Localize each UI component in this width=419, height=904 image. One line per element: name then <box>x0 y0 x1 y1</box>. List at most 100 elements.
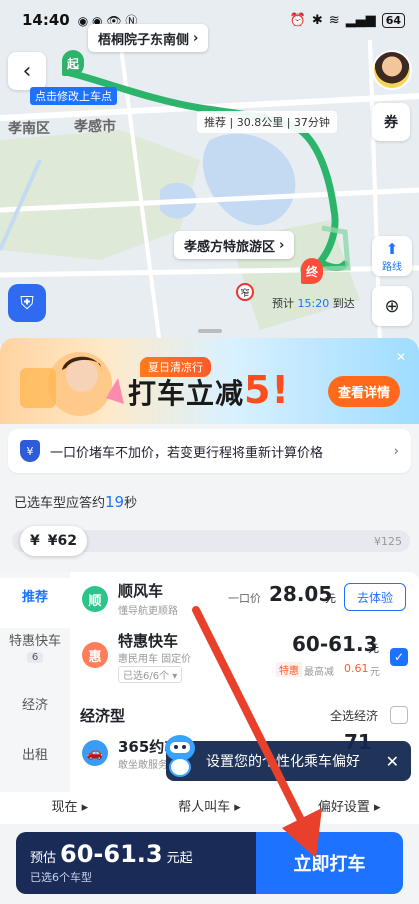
estimate-label: 预估 <box>30 851 57 866</box>
estimate-price: 预估 60-61.3 元起 <box>30 840 242 868</box>
reduce-unit: 元 <box>370 667 380 678</box>
map-canvas <box>0 0 419 345</box>
row-title: 特惠快车 <box>118 632 179 650</box>
picked-text: 已选6/6个 <box>123 671 170 682</box>
back-button[interactable]: ‹ <box>8 52 46 90</box>
estimate-unit: 元起 <box>166 851 193 866</box>
shield-icon: ⛨ <box>20 292 34 314</box>
promo-title-number: 5! <box>244 368 290 412</box>
yuan-shield-icon: ¥ <box>20 440 40 462</box>
crosshair-icon: ⊕ <box>384 295 400 317</box>
fixed-price-notice[interactable]: ¥ 一口价堵车不加价，若变更行程将重新计算价格 › <box>8 429 411 473</box>
car-icon: 🚗 <box>82 740 108 766</box>
destination-marker: 终 <box>301 258 323 284</box>
nav-label: 经济 <box>21 698 48 713</box>
slider-min-label: ¥ <box>30 533 40 549</box>
estimate-panel[interactable]: 预估 60-61.3 元起 已选6个车型 <box>16 832 256 894</box>
close-icon[interactable]: ✕ <box>396 350 406 364</box>
reduce-value: 0.61 <box>344 662 369 675</box>
wifi-icon: ≋ <box>328 12 340 28</box>
nav-count-badge: 6 <box>26 652 44 663</box>
pickup-location-chip[interactable]: 梧桐院子东南侧 › <box>88 24 209 52</box>
eta-time: 15:20 <box>297 297 330 310</box>
close-icon[interactable]: ✕ <box>386 752 399 771</box>
destination-chip[interactable]: 孝感方特旅游区 › <box>174 231 295 259</box>
promo-title: 打车立减5! <box>128 368 290 412</box>
price-unit: 元 <box>368 642 379 655</box>
preference-tooltip[interactable]: 设置您的个性化乘车偏好 ✕ <box>166 741 411 781</box>
narrow-road-marker: 窄 <box>236 283 254 301</box>
order-bar: 预估 60-61.3 元起 已选6个车型 立即打车 <box>16 832 403 894</box>
response-seconds: 19 <box>105 493 125 511</box>
car-row-tehui[interactable]: 惠 特惠快车 惠民用车 固定价 已选6/6个 ▾ 60-61.3 元 特惠 最高… <box>78 628 411 686</box>
select-all-economy-checkbox[interactable] <box>390 706 408 724</box>
locate-button[interactable]: ⊕ <box>372 286 412 326</box>
discount-tag: 特惠 <box>276 662 302 677</box>
select-all-economy-label: 全选经济 <box>330 709 379 723</box>
route-summary[interactable]: 推荐 | 30.8公里 | 37分钟 <box>197 111 337 133</box>
route-arrow-icon: ⬆ <box>385 239 399 258</box>
eta-prefix: 预计 <box>272 297 294 310</box>
nav-label: 出租 <box>21 748 48 763</box>
economy-section-title: 经济型 <box>80 707 126 725</box>
avatar[interactable] <box>372 50 412 90</box>
coupon-button[interactable]: 券 <box>372 103 410 141</box>
area-label: 孝感市 <box>74 119 116 135</box>
chevron-right-icon: › <box>393 443 399 459</box>
preference-settings-option[interactable]: 偏好设置 ▸ <box>279 792 419 824</box>
coupon-icon: 券 <box>384 115 398 131</box>
price-unit: 元 <box>325 592 336 605</box>
chevron-left-icon: ‹ <box>22 58 32 84</box>
eta-suffix: 到达 <box>332 297 355 310</box>
car-row-shunfeng[interactable]: 顺 顺风车 懂导航更顺路 一口价 28.05 元 去体验 <box>78 578 411 624</box>
pickup-marker: 起 <box>62 50 84 76</box>
nav-label: 推荐 <box>21 590 48 605</box>
max-reduce-label: 最高减 <box>304 667 334 678</box>
call-for-others-option[interactable]: 帮人叫车 ▸ <box>140 792 280 824</box>
route-line-button[interactable]: ⬆ 路线 <box>372 236 412 276</box>
modify-pickup-hint[interactable]: 点击修改上车点 <box>30 87 117 105</box>
slider-handle[interactable]: ¥ ¥62 <box>20 526 87 556</box>
row-subtitle: 敢坐敢服务 <box>118 760 168 771</box>
map-view[interactable] <box>0 0 419 345</box>
preference-tip-text: 设置您的个性化乘车偏好 <box>206 754 360 770</box>
chevron-right-icon: › <box>193 30 199 46</box>
nav-tab-taxi[interactable]: 出租 <box>0 744 70 774</box>
call-car-button[interactable]: 立即打车 <box>256 832 403 894</box>
row-price: 60-61.3 <box>292 632 378 656</box>
safety-shield-button[interactable]: ⛨ <box>8 284 46 322</box>
nav-tab-economy[interactable]: 经济 <box>0 694 70 724</box>
mascot-robot-icon <box>165 735 195 777</box>
area-label: 孝南区 <box>8 121 50 137</box>
row-subtitle: 惠民用车 固定价 <box>118 654 192 665</box>
eta-label: 预计 15:20 到达 <box>272 295 355 311</box>
status-bar: 14:40 ◉ ◉ 👁 Ⓝ ⏰ ✱ ≋ ▂▄▆ 64 <box>0 0 419 40</box>
system-icons: ⏰ ✱ ≋ ▂▄▆ 64 <box>289 12 405 28</box>
time-option[interactable]: 现在 ▸ <box>0 792 140 824</box>
chevron-right-icon: › <box>279 237 285 253</box>
nav-tab-recommended[interactable]: 推荐 <box>0 578 70 628</box>
selected-count: 已选6个车型 <box>30 871 92 884</box>
nav-label: 特惠快车 <box>8 634 61 649</box>
notice-text: 一口价堵车不加价，若变更行程将重新计算价格 <box>50 445 324 461</box>
slider-max-value: ¥125 <box>374 535 402 548</box>
row-title: 顺风车 <box>118 582 164 600</box>
nav-tab-tehui[interactable]: 特惠快车 6 <box>0 628 70 684</box>
promo-title-text: 打车立减 <box>128 377 245 410</box>
tehui-icon: 惠 <box>82 642 108 668</box>
picked-count[interactable]: 已选6/6个 ▾ <box>118 666 183 683</box>
price-prefix: 一口价 <box>228 592 261 605</box>
booking-options-bar: 现在 ▸ 帮人叫车 ▸ 偏好设置 ▸ <box>0 792 419 824</box>
slider-current-value: ¥62 <box>47 533 77 549</box>
promo-details-button[interactable]: 查看详情 <box>328 376 401 407</box>
response-suffix: 秒 <box>124 496 138 511</box>
bluetooth-icon: ✱ <box>311 12 323 28</box>
tehui-checkbox[interactable]: ✓ <box>390 648 408 666</box>
try-button[interactable]: 去体验 <box>344 583 406 611</box>
pickup-name: 梧桐院子东南侧 <box>98 32 190 48</box>
alarm-icon: ⏰ <box>289 12 306 28</box>
signal-icon: ▂▄▆ <box>345 12 376 28</box>
battery-indicator: 64 <box>381 12 405 28</box>
response-prefix: 已选车型应答约 <box>14 496 106 511</box>
sheet-handle[interactable] <box>198 329 222 333</box>
